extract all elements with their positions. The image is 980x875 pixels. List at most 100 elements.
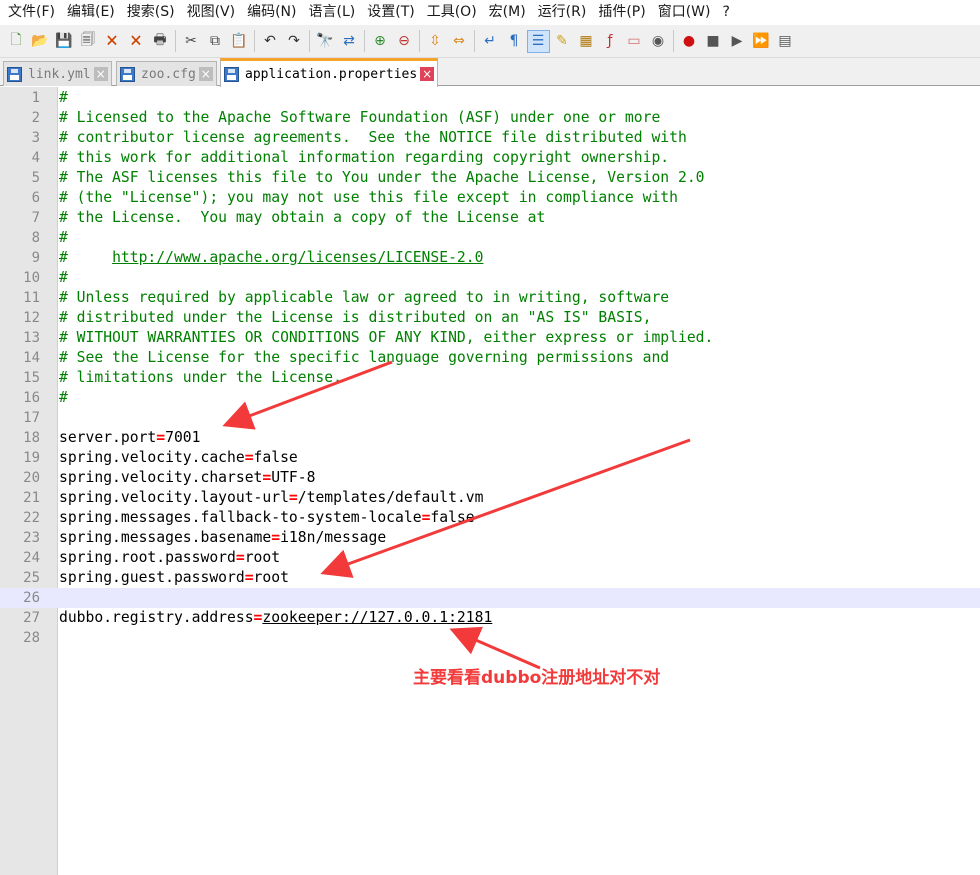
code-line[interactable]: 24 spring.root.password=root (0, 548, 980, 568)
code-line[interactable]: 1 # (0, 88, 980, 108)
code-line[interactable]: 21 spring.velocity.layout-url=/templates/… (0, 488, 980, 508)
user-language-button[interactable]: ✎ (551, 30, 574, 53)
menu-item-8[interactable]: 宏(M) (485, 0, 530, 25)
code-line[interactable]: 22 spring.messages.fallback-to-system-loc… (0, 508, 980, 528)
comment-text: # (the "License"); you may not use this … (59, 189, 678, 206)
macro-stop-button[interactable]: ■ (702, 30, 725, 53)
line-text: server.port=7001 (59, 428, 201, 448)
menu-item-9[interactable]: 运行(R) (534, 0, 591, 25)
menu-item-1[interactable]: 编辑(E) (63, 0, 119, 25)
cut-button[interactable]: ✂ (180, 30, 203, 53)
close-button[interactable]: 🗙 (101, 30, 124, 53)
new-file-button[interactable]: 🗋 (5, 30, 28, 53)
replace-button[interactable]: ⇄ (338, 30, 361, 53)
code-line[interactable]: 25 spring.guest.password=root (0, 568, 980, 588)
menu-item-11[interactable]: 窗口(W) (654, 0, 715, 25)
tab-close-icon[interactable]: × (420, 67, 435, 81)
macro-play-button[interactable]: ▶ (726, 30, 749, 53)
code-line[interactable]: 20 spring.velocity.charset=UTF-8 (0, 468, 980, 488)
menu-item-4[interactable]: 编码(N) (243, 0, 300, 25)
paste-button[interactable]: 📋 (228, 30, 251, 53)
tab-close-icon[interactable]: × (198, 67, 213, 81)
code-line[interactable]: 26 (0, 588, 980, 608)
code-line[interactable]: 28 (0, 628, 980, 648)
sync-vertical-button[interactable]: ⇳ (424, 30, 447, 53)
menu-item-12[interactable]: ? (719, 0, 734, 25)
code-token: false (430, 509, 475, 526)
line-text: # contributor license agreements. See th… (59, 128, 687, 148)
code-line[interactable]: 7 # the License. You may obtain a copy of… (0, 208, 980, 228)
save-icon: 💾 (55, 33, 73, 49)
folder-workspace-button[interactable]: ▭ (623, 30, 646, 53)
close-all-icon: 🗙 (130, 32, 142, 48)
toolbar-separator (673, 30, 674, 52)
code-line[interactable]: 14 # See the License for the specific lan… (0, 348, 980, 368)
tab-application-properties[interactable]: application.properties × (220, 58, 439, 87)
menu-item-10[interactable]: 插件(P) (594, 0, 649, 25)
macro-record-button[interactable]: ● (678, 30, 701, 53)
line-text: spring.root.password=root (59, 548, 280, 568)
tab-close-icon[interactable]: × (93, 67, 108, 81)
close-all-button[interactable]: 🗙 (125, 30, 148, 53)
undo-icon: ↶ (264, 33, 276, 49)
zoom-in-button[interactable]: ⊕ (369, 30, 392, 53)
sync-horizontal-button[interactable]: ⇔ (448, 30, 471, 53)
open-folder-button[interactable]: 📂 (29, 30, 52, 53)
code-line[interactable]: 8 # (0, 228, 980, 248)
save-button[interactable]: 💾 (53, 30, 76, 53)
menu-item-0[interactable]: 文件(F) (4, 0, 59, 25)
code-line[interactable]: 9 # http://www.apache.org/licenses/LICENS… (0, 248, 980, 268)
menu-item-2[interactable]: 搜索(S) (123, 0, 179, 25)
tab-bar: link.yml × zoo.cfg × application.properties × (0, 58, 980, 87)
undo-button[interactable]: ↶ (259, 30, 282, 53)
menu-item-5[interactable]: 语言(L) (305, 0, 360, 25)
code-token: /templates/default.vm (297, 489, 484, 506)
save-all-button[interactable]: 🗐 (77, 30, 100, 53)
zoom-out-button[interactable]: ⊖ (393, 30, 416, 53)
tab-zoo-cfg[interactable]: zoo.cfg × (116, 61, 217, 86)
equals-sign: = (288, 489, 298, 506)
line-number: 19 (23, 450, 40, 466)
code-line[interactable]: 13 # WITHOUT WARRANTIES OR CONDITIONS OF … (0, 328, 980, 348)
tab-link-yml[interactable]: link.yml × (3, 61, 112, 86)
code-line[interactable]: 3 # contributor license agreements. See t… (0, 128, 980, 148)
code-line[interactable]: 18 server.port=7001 (0, 428, 980, 448)
print-button[interactable]: 🖶 (149, 30, 172, 53)
code-line[interactable]: 10 # (0, 268, 980, 288)
macro-save-button[interactable]: ▤ (774, 30, 797, 53)
macro-play-multiple-icon: ⏩ (752, 33, 770, 49)
editor[interactable]: 1 #2 # Licensed to the Apache Software Fou… (0, 87, 980, 875)
indent-guide-button[interactable]: ☰ (526, 29, 550, 53)
show-all-chars-button[interactable]: ¶ (503, 30, 526, 53)
redo-button[interactable]: ↷ (283, 30, 306, 53)
toolbar-separator (254, 30, 255, 52)
menu-item-7[interactable]: 工具(O) (423, 0, 481, 25)
find-icon: 🔭 (316, 33, 334, 49)
line-number: 3 (31, 130, 40, 146)
code-line[interactable]: 15 # limitations under the License. (0, 368, 980, 388)
floppy-disk-icon (7, 66, 22, 82)
code-line[interactable]: 2 # Licensed to the Apache Software Found… (0, 108, 980, 128)
code-line[interactable]: 12 # distributed under the License is dis… (0, 308, 980, 328)
copy-button[interactable]: ⧉ (204, 30, 227, 53)
code-line[interactable]: 5 # The ASF licenses this file to You und… (0, 168, 980, 188)
code-line[interactable]: 4 # this work for additional information … (0, 148, 980, 168)
code-line[interactable]: 16 # (0, 388, 980, 408)
code-line[interactable]: 19 spring.velocity.cache=false (0, 448, 980, 468)
cut-icon: ✂ (185, 33, 197, 49)
equals-sign: = (244, 569, 254, 586)
code-line[interactable]: 17 (0, 408, 980, 428)
menu-item-3[interactable]: 视图(V) (183, 0, 240, 25)
code-line[interactable]: 11 # Unless required by applicable law or… (0, 288, 980, 308)
menu-item-6[interactable]: 设置(T) (363, 0, 418, 25)
macro-play-multiple-button[interactable]: ⏩ (750, 30, 773, 53)
word-wrap-button[interactable]: ↵ (479, 30, 502, 53)
function-list-button[interactable]: ƒ (599, 30, 622, 53)
code-line[interactable]: 6 # (the "License"); you may not use this… (0, 188, 980, 208)
find-button[interactable]: 🔭 (314, 30, 337, 53)
code-line[interactable]: 27 dubbo.registry.address=zookeeper://127… (0, 608, 980, 628)
doc-map-button[interactable]: ▦ (575, 30, 598, 53)
monitoring-button[interactable]: ◉ (647, 30, 670, 53)
code-line[interactable]: 23 spring.messages.basename=i18n/message (0, 528, 980, 548)
line-number: 12 (23, 310, 40, 326)
